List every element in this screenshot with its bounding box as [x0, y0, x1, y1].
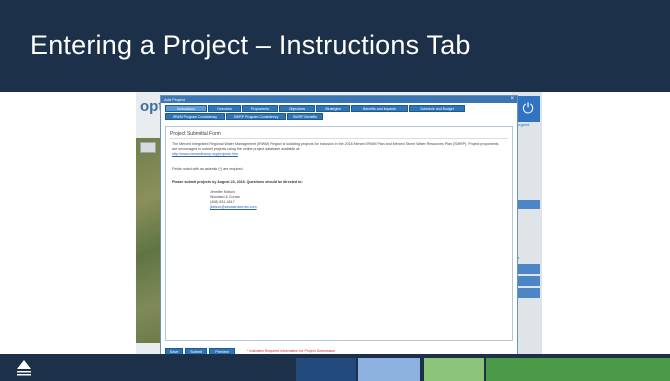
required-fields-note: Fields noted with an asterisk (*) are re…: [172, 167, 244, 171]
contact-name: Jennifer Kidson: [210, 190, 235, 194]
instructions-panel: Project Submittal Form The Merced Integr…: [165, 126, 513, 341]
right-panel-block[interactable]: [518, 200, 540, 209]
add-project-dialog: Add Project × Instructions Overview Prop…: [160, 95, 518, 357]
close-icon[interactable]: ×: [510, 96, 514, 103]
right-panel-block[interactable]: [518, 264, 540, 274]
right-panel-block[interactable]: [518, 276, 540, 286]
tab-strategies[interactable]: Strategies: [316, 105, 350, 112]
footer-segment: [424, 358, 484, 381]
tab-swrp-benefits[interactable]: SWRP Benefits: [287, 113, 323, 120]
tab-overview[interactable]: Overview: [208, 105, 241, 112]
tab-proponents[interactable]: Proponents: [242, 105, 278, 112]
tab-schedule-and-budget[interactable]: Schedule and Budget: [409, 105, 465, 112]
project-database-link[interactable]: http://www.mercedirwmp.org/projects.htm: [172, 152, 502, 157]
footer-segment: [296, 358, 356, 381]
required-info-note: * Indicates Required Information for Pro…: [247, 349, 336, 353]
tab-swrp-program-consistency[interactable]: SWRP Program Consistency: [226, 113, 286, 120]
map-tab[interactable]: [140, 142, 156, 153]
embedded-screenshot: opt ⏻ Legend tkz Add Project × Instructi…: [136, 92, 542, 358]
logo-icon: [17, 360, 31, 376]
intro-paragraph: The Merced Integrated Regional Water Man…: [172, 142, 499, 151]
contact-email-link[interactable]: jkidson@woodardcurran.com: [210, 205, 257, 209]
tab-irwm-program-consistency[interactable]: IRWM Program Consistency: [165, 113, 225, 120]
dialog-title: Add Project: [161, 96, 517, 103]
contact-company: Woodard & Curran: [210, 195, 240, 199]
footer-segment: [486, 358, 670, 381]
footer-segment: [358, 358, 420, 381]
legend-label[interactable]: Legend: [516, 122, 529, 127]
slide-title: Entering a Project – Instructions Tab: [30, 30, 471, 60]
power-icon[interactable]: ⏻: [516, 96, 540, 122]
tab-objectives[interactable]: Objectives: [279, 105, 315, 112]
form-title: Project Submittal Form: [170, 131, 221, 137]
deadline-text: Please submit projects by August 23, 201…: [172, 180, 303, 184]
right-panel-block[interactable]: [518, 288, 540, 298]
divider: [170, 138, 508, 139]
tab-instructions[interactable]: Instructions: [165, 105, 207, 112]
contact-phone: (408) 831-4617: [210, 200, 235, 204]
tab-benefits-and-impacts[interactable]: Benefits and Impacts: [351, 105, 408, 112]
